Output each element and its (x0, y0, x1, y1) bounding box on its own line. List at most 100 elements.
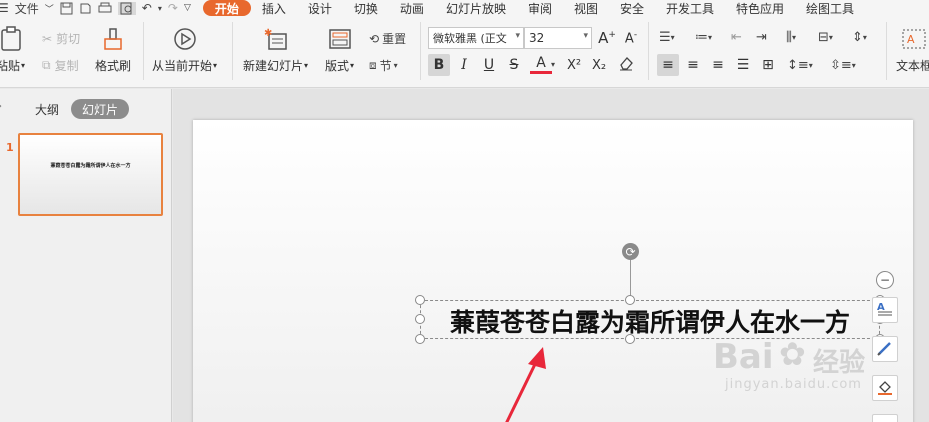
resize-handle[interactable] (415, 334, 425, 344)
print-icon[interactable] (98, 2, 112, 15)
distributed-button[interactable]: ⊞ (757, 54, 779, 76)
number-list-icon: ≔ (695, 30, 708, 45)
align-center-button[interactable]: ≡ (682, 54, 704, 76)
tab-security[interactable]: 安全 (609, 0, 655, 16)
undo-dropdown-icon[interactable]: ▾ (158, 4, 162, 13)
line-spacing-button[interactable]: ↕≡ ▾ (787, 58, 813, 73)
chevron-down-icon[interactable]: ▾ (551, 60, 555, 69)
ribbon: 粘贴 ▾ ✂ 剪切 ⧉ 复制 格式刷 从当前开始 ▾ ✱ 新建幻灯片 ▾ 版式 ▾ ⟲ 重置 (0, 16, 929, 88)
tab-developer[interactable]: 开发工具 (655, 0, 725, 16)
font-color-button[interactable]: A (530, 54, 552, 74)
text-direction-icon: ⊟ (818, 30, 829, 45)
chevron-down-icon[interactable]: ﹀ (45, 2, 54, 15)
subscript-button[interactable]: X₂ (588, 54, 610, 76)
pane-arrow-icon[interactable]: › (0, 101, 2, 112)
file-menu[interactable]: 文件 (15, 0, 39, 16)
superscript-button[interactable]: X² (563, 54, 585, 76)
new-slide-button[interactable]: ✱ 新建幻灯片 ▾ (243, 26, 308, 74)
title-text[interactable]: 蒹葭苍苍白露为霜所谓伊人在水一方 (421, 301, 879, 340)
resize-handle[interactable] (625, 334, 635, 344)
collapse-toolbar-icon[interactable]: − (876, 271, 894, 289)
pen-style-button[interactable] (872, 336, 898, 362)
strikethrough-button[interactable]: S (503, 54, 525, 76)
format-painter-button[interactable]: 格式刷 (95, 26, 131, 74)
from-current-label: 从当前开始 (152, 59, 213, 73)
section-button[interactable]: ⧈ 节 ▾ (369, 57, 398, 74)
clear-format-button[interactable] (615, 54, 637, 76)
bullets-button[interactable]: ☰ ▾ (659, 30, 675, 45)
copy-button[interactable]: ⧉ 复制 (42, 57, 79, 74)
redo-icon[interactable]: ↷ (168, 1, 178, 15)
new-slide-label: 新建幻灯片 (243, 59, 304, 73)
chevron-down-icon: ▾ (791, 33, 796, 42)
columns-button[interactable]: ⫼ ▾ (786, 30, 796, 45)
divider (886, 22, 887, 80)
chevron-down-icon: ▾ (213, 61, 218, 70)
font-size-select[interactable]: 32 ▾ (524, 27, 592, 49)
chevron-down-icon: ▾ (851, 61, 856, 70)
font-name-select[interactable]: 微软雅黑 (正文 ▾ (428, 27, 524, 49)
customize-icon[interactable]: ▽ (184, 3, 191, 13)
menu-icon[interactable]: ☰ (0, 1, 9, 15)
layout-button[interactable]: 版式 ▾ (325, 26, 354, 74)
resize-handle[interactable] (415, 295, 425, 305)
align-text-button[interactable]: ⇕ ▾ (852, 30, 867, 45)
quick-access: ☰ 文件 ﹀ ↶ ▾ ↷ ▽ (0, 0, 197, 16)
divider (420, 22, 421, 80)
tab-outline[interactable]: 大纲 (24, 99, 70, 119)
fill-button[interactable] (872, 375, 898, 401)
underline-button[interactable]: U (478, 54, 500, 76)
chevron-down-icon: ▾ (304, 61, 309, 70)
reset-button[interactable]: ⟲ 重置 (369, 30, 406, 47)
resize-handle[interactable] (625, 295, 635, 305)
chevron-down-icon: ▾ (808, 61, 813, 70)
paste-label: 粘贴 (0, 59, 21, 73)
paste-button[interactable]: 粘贴 ▾ (0, 26, 25, 74)
italic-button[interactable]: I (453, 54, 475, 76)
tab-slideshow[interactable]: 幻灯片放映 (435, 0, 517, 16)
tab-design[interactable]: 设计 (297, 0, 343, 16)
shrink-font-icon: A- (624, 29, 638, 47)
tab-animations[interactable]: 动画 (389, 0, 435, 16)
text-style-button[interactable]: A (872, 297, 898, 323)
from-current-button[interactable]: 从当前开始 ▾ (152, 26, 217, 74)
title-textbox[interactable]: 蒹葭苍苍白露为霜所谓伊人在水一方 (420, 300, 880, 339)
grow-font-button[interactable]: A+ (596, 27, 618, 49)
tab-slides[interactable]: 幻灯片 (71, 99, 130, 119)
chevron-down-icon: ▾ (862, 33, 867, 42)
textbox-icon: A (901, 26, 927, 52)
tab-transitions[interactable]: 切换 (343, 0, 389, 16)
undo-icon[interactable]: ↶ (142, 1, 152, 15)
justify-button[interactable]: ☰ (732, 54, 754, 76)
tab-drawing-tools[interactable]: 绘图工具 (795, 0, 865, 16)
more-tool-button[interactable]: ▭ (872, 414, 898, 422)
export-icon[interactable] (79, 2, 92, 15)
save-icon[interactable] (60, 2, 73, 15)
text-style-icon: A (876, 300, 894, 321)
cut-button[interactable]: ✂ 剪切 (42, 30, 80, 47)
slide-number: 1 (6, 141, 14, 154)
resize-handle[interactable] (415, 314, 425, 324)
align-right-button[interactable]: ≡ (707, 54, 729, 76)
tab-features[interactable]: 特色应用 (725, 0, 795, 16)
slide-thumbnail[interactable]: 蒹葭苍苍白露为霜所谓伊人在水一方 (18, 133, 163, 216)
paragraph-spacing-button[interactable]: ⇳≡ ▾ (830, 58, 856, 73)
shrink-font-button[interactable]: A- (620, 27, 642, 49)
chevron-down-icon: ▾ (21, 61, 26, 70)
numbering-button[interactable]: ≔ ▾ (695, 30, 712, 45)
increase-indent-button[interactable]: ⇥ (756, 30, 767, 45)
watermark-brand: Bai (713, 337, 774, 377)
tab-review[interactable]: 审阅 (517, 0, 563, 16)
textbox-button[interactable]: A 文本框 (896, 26, 929, 74)
decrease-indent-button[interactable]: ⇤ (731, 30, 742, 45)
print-preview-icon[interactable] (117, 1, 136, 15)
tab-home[interactable]: 开始 (202, 0, 251, 16)
rotate-handle-icon[interactable]: ⟳ (622, 243, 639, 260)
text-direction-button[interactable]: ⊟ ▾ (818, 30, 833, 45)
watermark-brand-suffix: 经验 (813, 348, 866, 378)
tab-insert[interactable]: 插入 (251, 0, 297, 16)
bold-button[interactable]: B (428, 54, 450, 76)
tab-view[interactable]: 视图 (563, 0, 609, 16)
align-left-button[interactable]: ≡ (657, 54, 679, 76)
slide-pane: › 大纲 幻灯片 1 蒹葭苍苍白露为霜所谓伊人在水一方 (0, 89, 172, 422)
